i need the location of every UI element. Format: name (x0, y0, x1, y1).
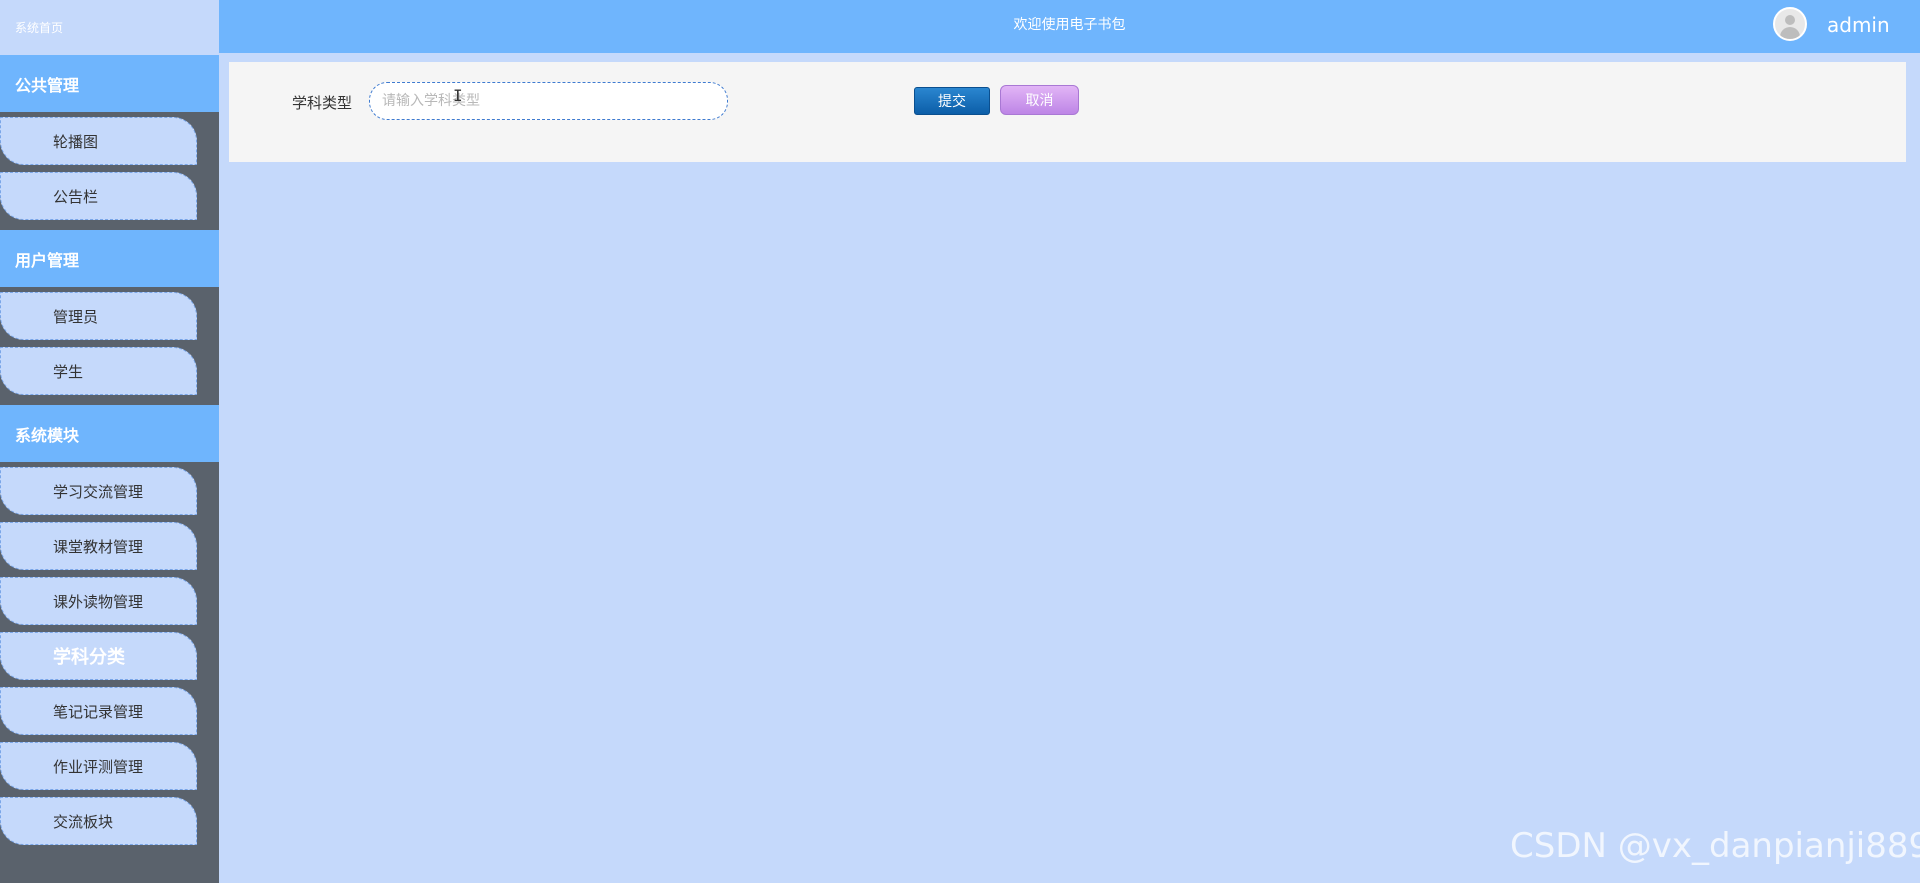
sidebar-item-extra-reading[interactable]: 课外读物管理 (0, 577, 197, 625)
sidebar-item-carousel[interactable]: 轮播图 (0, 117, 197, 165)
sidebar-item-study-exchange[interactable]: 学习交流管理 (0, 467, 197, 515)
subject-type-input[interactable] (369, 82, 728, 120)
subject-type-label: 学科类型 (292, 94, 353, 112)
sidebar-item-homework[interactable]: 作业评测管理 (0, 742, 197, 790)
username-label[interactable]: admin (1827, 0, 1890, 50)
sidebar-section-users: 用户管理 管理员 学生 (0, 230, 219, 405)
top-header: 欢迎使用电子书包 admin (219, 0, 1920, 53)
sidebar-item-student[interactable]: 学生 (0, 347, 197, 395)
sidebar-item-announcement[interactable]: 公告栏 (0, 172, 197, 220)
page-title: 欢迎使用电子书包 (1013, 17, 1126, 33)
user-icon-body (1780, 27, 1800, 39)
form-panel: 学科类型 提交 取消 (229, 62, 1906, 162)
app-root: 系统首页 公共管理 轮播图 公告栏 用户管理 管理员 学生 系统模块 学习交流管… (0, 0, 1920, 883)
sidebar-section-public: 公共管理 轮播图 公告栏 (0, 55, 219, 230)
text-cursor-icon: I (453, 86, 463, 105)
sidebar-section-header-users: 用户管理 (0, 230, 219, 287)
sidebar-item-admin[interactable]: 管理员 (0, 292, 197, 340)
avatar[interactable] (1773, 7, 1807, 41)
sidebar-item-subject-category[interactable]: 学科分类 (0, 632, 197, 680)
sidebar-section-modules: 系统模块 学习交流管理 课堂教材管理 课外读物管理 学科分类 笔记记录管理 作业… (0, 405, 219, 855)
sidebar-home-link[interactable]: 系统首页 (0, 0, 219, 55)
watermark: CSDN @vx_danpianji889 (1510, 826, 1920, 866)
sidebar-section-header-public: 公共管理 (0, 55, 219, 112)
submit-button[interactable]: 提交 (914, 87, 990, 115)
sidebar-item-textbook[interactable]: 课堂教材管理 (0, 522, 197, 570)
sidebar-section-header-modules: 系统模块 (0, 405, 219, 462)
user-icon-head (1785, 15, 1795, 25)
sidebar-item-notes[interactable]: 笔记记录管理 (0, 687, 197, 735)
sidebar-item-forum[interactable]: 交流板块 (0, 797, 197, 845)
cancel-button[interactable]: 取消 (1000, 85, 1079, 115)
sidebar: 系统首页 公共管理 轮播图 公告栏 用户管理 管理员 学生 系统模块 学习交流管… (0, 0, 219, 883)
